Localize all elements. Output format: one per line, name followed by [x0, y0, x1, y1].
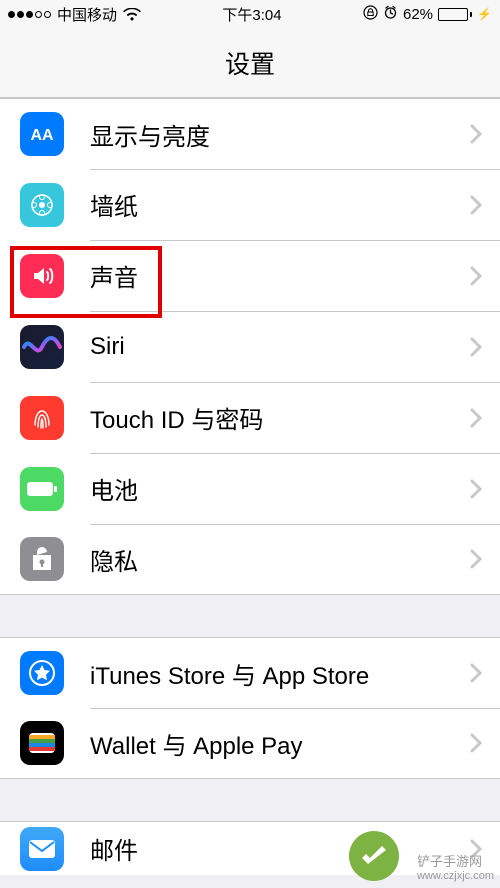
chevron-right-icon — [470, 549, 500, 569]
alarm-icon — [383, 5, 398, 24]
wifi-icon — [123, 8, 141, 21]
row-sounds[interactable]: 声音 — [0, 240, 500, 311]
chevron-right-icon — [470, 663, 500, 683]
row-battery[interactable]: 电池 — [0, 453, 500, 524]
chevron-right-icon — [470, 733, 500, 753]
row-label: 隐私 — [90, 542, 470, 577]
row-itunes-appstore[interactable]: iTunes Store 与 App Store — [0, 637, 500, 708]
row-label: 声音 — [90, 258, 470, 293]
row-label: 邮件 — [90, 831, 470, 866]
carrier-label: 中国移动 — [57, 4, 117, 25]
chevron-right-icon — [470, 266, 500, 286]
mail-icon — [20, 827, 64, 871]
row-label: iTunes Store 与 App Store — [90, 656, 470, 691]
row-label: 电池 — [90, 471, 470, 506]
wallpaper-icon — [20, 183, 64, 227]
watermark-url: www.czjxjc.com — [417, 870, 494, 882]
row-label: Siri — [90, 333, 470, 361]
chevron-right-icon — [470, 337, 500, 357]
wallet-icon — [20, 721, 64, 765]
watermark-label: 铲子手游网 — [417, 851, 494, 870]
privacy-icon — [20, 537, 64, 581]
display-icon: AA — [20, 112, 64, 156]
signal-dots — [8, 11, 51, 18]
sounds-icon — [20, 254, 64, 298]
battery-settings-icon — [20, 467, 64, 511]
row-touchid[interactable]: Touch ID 与密码 — [0, 382, 500, 453]
row-label: 墙纸 — [90, 187, 470, 222]
chevron-right-icon — [470, 479, 500, 499]
chevron-right-icon — [470, 195, 500, 215]
row-label: Touch ID 与密码 — [90, 400, 470, 435]
row-label: Wallet 与 Apple Pay — [90, 726, 470, 761]
watermark-text: 铲子手游网 www.czjxjc.com — [417, 851, 494, 882]
appstore-icon — [20, 651, 64, 695]
status-time: 下午3:04 — [222, 4, 281, 25]
orientation-lock-icon — [363, 5, 378, 24]
row-wallpaper[interactable]: 墙纸 — [0, 169, 500, 240]
battery-icon — [438, 8, 472, 21]
siri-icon — [20, 325, 64, 369]
status-bar: 中国移动 下午3:04 62% ⚡ — [0, 0, 500, 28]
row-display-brightness[interactable]: AA 显示与亮度 — [0, 98, 500, 169]
content-scroll[interactable]: AA 显示与亮度 墙纸 声音 Siri Touch ID 与密码 — [0, 98, 500, 875]
nav-title: 设置 — [0, 28, 500, 98]
chevron-right-icon — [470, 124, 500, 144]
row-wallet-applepay[interactable]: Wallet 与 Apple Pay — [0, 708, 500, 779]
chevron-right-icon — [470, 408, 500, 428]
row-privacy[interactable]: 隐私 — [0, 524, 500, 595]
watermark-logo — [348, 830, 400, 882]
touchid-icon — [20, 396, 64, 440]
charging-icon: ⚡ — [477, 7, 492, 21]
svg-text:AA: AA — [30, 127, 54, 144]
battery-percent: 62% — [403, 6, 433, 23]
row-label: 显示与亮度 — [90, 117, 470, 152]
row-siri[interactable]: Siri — [0, 311, 500, 382]
